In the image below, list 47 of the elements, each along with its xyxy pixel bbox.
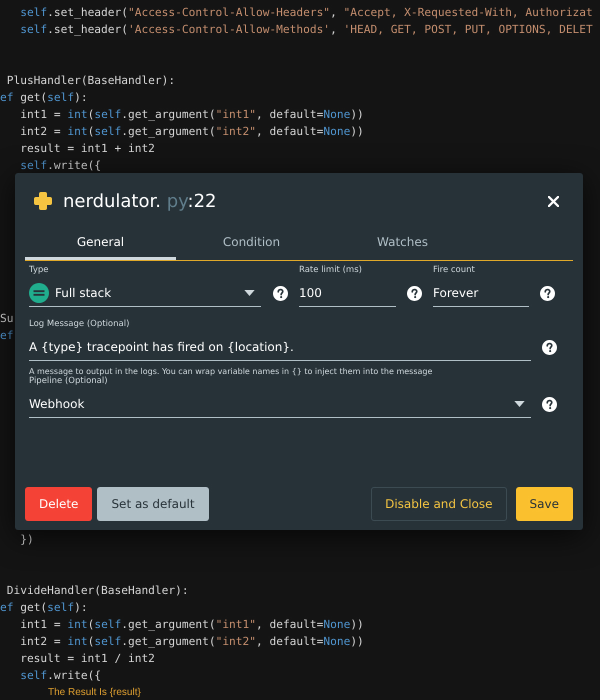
code-line: int2 = int(self.get_argument("int2", default=None))	[19, 634, 364, 650]
rate-limit-field[interactable]: 100	[299, 279, 396, 307]
code-line: self.set_header('Access-Control-Allow-Methods', 'HEAD, GET, POST, PUT, OPTIONS, DELET	[19, 22, 593, 38]
field-label: Rate limit (ms)	[299, 265, 363, 275]
code-line: ef get(self):	[0, 600, 88, 616]
code-line: int1 = int(self.get_argument("int1", default=None))	[19, 107, 364, 123]
code-line: Su	[0, 311, 14, 327]
close-icon[interactable]	[548, 196, 559, 206]
code-line: self.set_header("Access-Control-Allow-Headers", "Accept, X-Requested-With, Authorizat	[19, 5, 593, 21]
tab[interactable]: General	[25, 229, 176, 260]
dropdown-caret-icon[interactable]	[244, 290, 255, 296]
field-label: Fire count	[433, 265, 476, 275]
code-line: DivideHandler(BaseHandler):	[6, 583, 189, 599]
field-hint: A message to output in the logs. You can wrap variable names in {} to inject them into the message	[29, 367, 434, 376]
field-label: Pipeline (Optional)	[29, 376, 109, 386]
dialog-button[interactable]: Disable and Close	[371, 487, 507, 521]
help-icon[interactable]	[542, 397, 556, 412]
code-line: int1 = int(self.get_argument("int1", default=None))	[19, 617, 364, 633]
dialog-button[interactable]: Save	[516, 487, 573, 521]
stack-icon	[29, 282, 49, 302]
code-line: PlusHandler(BaseHandler):	[6, 73, 176, 89]
field-label: Log Message (Optional)	[29, 319, 130, 329]
code-line: self.write({	[19, 158, 102, 174]
fire-count-field[interactable]: Forever	[433, 279, 529, 307]
help-icon[interactable]	[540, 286, 554, 301]
dialog-title: nerdulator. py:22	[63, 190, 218, 212]
dropdown-caret-icon[interactable]	[514, 400, 525, 406]
help-icon[interactable]	[407, 286, 422, 301]
help-icon[interactable]	[272, 286, 288, 301]
pipeline-select[interactable]: Webhook	[29, 390, 531, 418]
code-line: result = int1 + int2	[19, 141, 155, 157]
tab[interactable]: Condition	[176, 229, 327, 260]
dialog-button[interactable]: Set as default	[97, 487, 209, 521]
code-line: })	[19, 532, 34, 548]
type-select[interactable]: Full stack	[29, 279, 261, 307]
code-line: ef	[0, 328, 14, 344]
code-line: self.write({	[19, 668, 102, 684]
code-line: ef get(self):	[0, 90, 88, 106]
log-message-field[interactable]: A {type} tracepoint has fired on {location}.	[29, 333, 531, 361]
code-line: result = int1 / int2	[19, 651, 155, 667]
code-line: int2 = int(self.get_argument("int2", default=None))	[19, 124, 364, 140]
field-label: Type	[29, 265, 50, 275]
help-icon[interactable]	[542, 340, 556, 355]
inline-message: The Result Is {result}	[48, 686, 141, 700]
dialog-button[interactable]: Delete	[25, 487, 92, 521]
python-logo-icon	[33, 191, 53, 211]
tab[interactable]: Watches	[327, 229, 478, 260]
